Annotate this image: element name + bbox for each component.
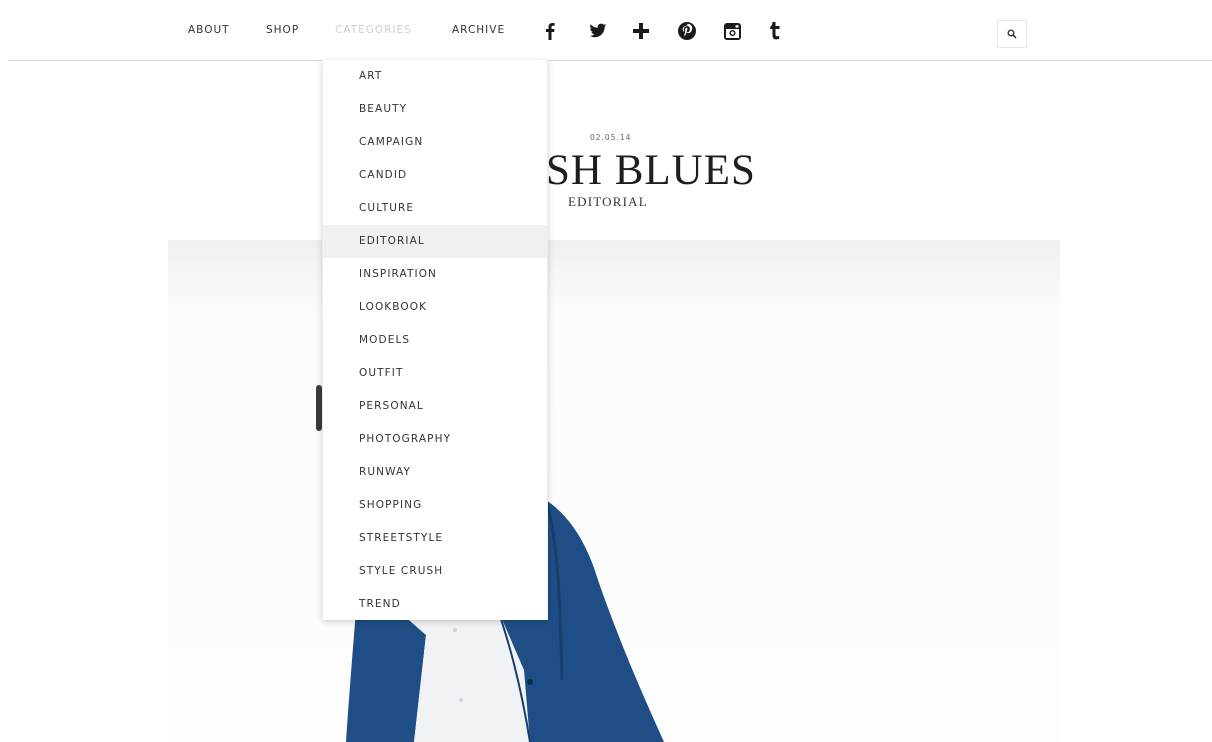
category-beauty[interactable]: BEAUTY <box>323 93 547 126</box>
category-campaign[interactable]: CAMPAIGN <box>323 126 547 159</box>
google-plus-icon[interactable] <box>630 19 652 43</box>
top-navigation: ABOUT SHOP CATEGORIES ARCHIVE <box>0 0 1212 62</box>
post-category[interactable]: EDITORIAL <box>568 194 648 210</box>
hero-photo <box>168 240 1060 742</box>
facebook-icon[interactable] <box>539 19 561 43</box>
category-outfit[interactable]: OUTFIT <box>323 357 547 390</box>
nav-about[interactable]: ABOUT <box>188 24 230 36</box>
category-streetstyle[interactable]: STREETSTYLE <box>323 522 547 555</box>
outfit-photo <box>346 499 664 742</box>
nav-shop[interactable]: SHOP <box>266 24 299 36</box>
category-personal[interactable]: PERSONAL <box>323 390 547 423</box>
category-runway[interactable]: RUNWAY <box>323 456 547 489</box>
category-trend[interactable]: TREND <box>323 588 547 621</box>
instagram-icon[interactable] <box>721 19 743 43</box>
pinterest-icon[interactable] <box>676 19 698 43</box>
search-button[interactable] <box>997 20 1027 48</box>
category-culture[interactable]: CULTURE <box>323 192 547 225</box>
category-shopping[interactable]: SHOPPING <box>323 489 547 522</box>
tumblr-icon[interactable] <box>764 19 786 43</box>
page: 02.05.14 SH BLUES EDITORIAL ABOUT SHOP C… <box>0 0 1212 742</box>
nav-archive[interactable]: ARCHIVE <box>452 24 505 36</box>
post-title[interactable]: SH BLUES <box>546 146 756 195</box>
category-editorial[interactable]: EDITORIAL <box>323 225 547 258</box>
category-inspiration[interactable]: INSPIRATION <box>323 258 547 291</box>
category-style-crush[interactable]: STYLE CRUSH <box>323 555 547 588</box>
category-art[interactable]: ART <box>323 60 547 93</box>
post-date: 02.05.14 <box>590 133 632 142</box>
nav-categories[interactable]: CATEGORIES <box>335 24 412 36</box>
search-icon <box>1007 29 1017 39</box>
categories-dropdown: ART BEAUTY CAMPAIGN CANDID CULTURE EDITO… <box>322 60 548 620</box>
category-lookbook[interactable]: LOOKBOOK <box>323 291 547 324</box>
category-models[interactable]: MODELS <box>323 324 547 357</box>
category-candid[interactable]: CANDID <box>323 159 547 192</box>
nav-divider <box>8 60 1212 61</box>
twitter-icon[interactable] <box>587 19 609 43</box>
category-photography[interactable]: PHOTOGRAPHY <box>323 423 547 456</box>
